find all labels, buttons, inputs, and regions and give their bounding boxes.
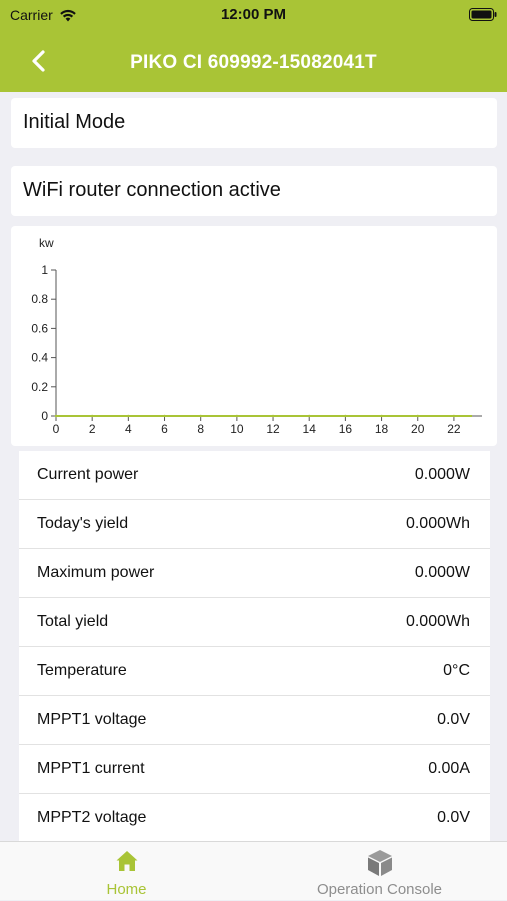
x-tick-label: 8 xyxy=(197,422,204,436)
data-point xyxy=(90,414,94,418)
metric-row: Current power 0.000W xyxy=(19,451,490,500)
metric-label: Total yield xyxy=(37,613,109,630)
tab-home[interactable]: Home xyxy=(0,842,253,901)
mode-card: Initial Mode xyxy=(11,98,497,148)
x-tick-label: 12 xyxy=(266,422,280,436)
data-point xyxy=(380,414,383,418)
metric-value: 0°C xyxy=(443,662,470,679)
metric-label: Current power xyxy=(37,466,139,483)
metric-label: Temperature xyxy=(37,662,127,679)
data-point xyxy=(54,414,58,418)
metric-row: Maximum power 0.000W xyxy=(19,549,490,598)
data-point xyxy=(452,414,456,418)
metric-label: Maximum power xyxy=(37,564,155,581)
data-point xyxy=(163,414,166,418)
x-tick-label: 22 xyxy=(447,422,461,436)
y-tick-label: 0.6 xyxy=(31,321,48,335)
metric-row: MPPT1 current 0.00A xyxy=(19,745,490,794)
data-point xyxy=(199,414,202,418)
data-point xyxy=(271,414,275,418)
status-bar: Carrier 12:00 PM xyxy=(0,0,507,30)
metric-label: MPPT1 voltage xyxy=(37,711,147,728)
wifi-status-card: WiFi router connection active xyxy=(11,166,497,216)
data-point xyxy=(308,414,311,418)
metric-row: MPPT1 voltage 0.0V xyxy=(19,696,490,745)
y-tick-label: 0 xyxy=(41,409,48,423)
tab-operation-console[interactable]: Operation Console xyxy=(253,842,506,901)
tab-home-label: Home xyxy=(106,881,147,898)
y-tick-label: 0.8 xyxy=(31,292,48,306)
metric-value: 0.0V xyxy=(437,711,470,728)
metric-label: MPPT1 current xyxy=(37,760,145,777)
x-tick-label: 0 xyxy=(53,422,60,436)
metric-value: 0.0V xyxy=(437,809,470,826)
power-chart: kw00.20.40.60.810 2 4 6 8 10 12 14 16 18 20 22 xyxy=(31,236,482,436)
metric-value: 0.000W xyxy=(414,564,470,581)
data-point xyxy=(235,414,239,418)
nav-bar: PIKO CI 609992-15082041T xyxy=(0,30,507,92)
metric-label: MPPT2 voltage xyxy=(37,809,147,826)
mode-text: Initial Mode xyxy=(23,111,126,133)
metric-row: Temperature 0°C xyxy=(19,647,490,696)
data-point xyxy=(127,414,130,418)
metric-row: Total yield 0.000Wh xyxy=(19,598,490,647)
y-tick-label: 1 xyxy=(41,263,48,277)
metric-value: 0.000Wh xyxy=(405,613,470,630)
x-tick-label: 6 xyxy=(161,422,168,436)
page-title: PIKO CI 609992-15082041T xyxy=(130,52,377,73)
data-point xyxy=(344,414,347,418)
x-tick-label: 10 xyxy=(230,422,244,436)
status-time: 12:00 PM xyxy=(220,6,287,23)
data-point xyxy=(416,414,419,418)
metric-label: Today's yield xyxy=(37,515,129,532)
metric-value: 0.000W xyxy=(414,466,470,483)
tab-bar: Home Operation Console xyxy=(0,841,507,900)
power-chart-card: kw 0 0.2 0.4 0.6 0.8 1 0 2 4 6 8 10 12 14 16 18 20 22 xyxy=(11,226,497,446)
y-tick-label: 0.2 xyxy=(31,380,48,394)
y-tick-label: 0.4 xyxy=(31,351,48,365)
tab-console-label: Operation Console xyxy=(316,881,443,898)
metric-value: 0.00A xyxy=(428,760,470,777)
home-icon xyxy=(116,851,137,871)
cube-icon xyxy=(367,850,392,876)
x-tick-label: 4 xyxy=(125,422,132,436)
battery-icon xyxy=(469,8,497,24)
metric-value: 0.000Wh xyxy=(405,515,470,532)
metrics-table: Current power 0.000W Today's yield 0.000Wh M… xyxy=(19,451,490,841)
x-tick-label: 18 xyxy=(375,422,389,436)
x-tick-label: 2 xyxy=(89,422,96,436)
x-tick-label: 20 xyxy=(411,422,425,436)
metric-row: MPPT2 voltage 0.0V xyxy=(19,794,490,841)
x-tick-label: 14 xyxy=(303,422,317,436)
x-tick-label: 16 xyxy=(339,422,353,436)
y-axis-label: kw xyxy=(39,236,54,250)
wifi-status-text: WiFi router connection active xyxy=(23,179,281,201)
metric-row: Today's yield 0.000Wh xyxy=(19,500,490,549)
